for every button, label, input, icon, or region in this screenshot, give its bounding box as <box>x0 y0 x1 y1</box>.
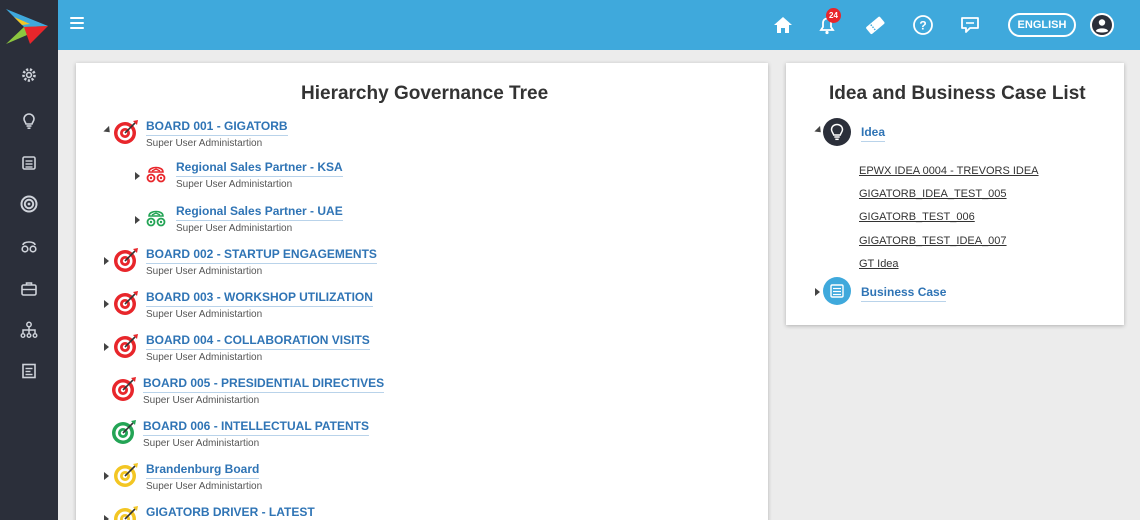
app-logo[interactable] <box>0 0 58 50</box>
target-red-icon <box>112 246 140 279</box>
target-yellow-icon <box>112 504 140 520</box>
notification-badge: 24 <box>826 8 841 23</box>
idea-group-label[interactable]: Idea <box>861 125 886 142</box>
idea-item-link[interactable]: GIGATORB_TEST_IDEA_007 <box>859 235 1007 247</box>
tree-node-title[interactable]: BOARD 005 - PRESIDENTIAL DIRECTIVES <box>143 376 385 393</box>
tree-node-subtitle: Super User Administartion <box>146 138 263 149</box>
target-green-icon <box>110 418 138 451</box>
chat-icon[interactable] <box>957 12 983 38</box>
tree-node-title[interactable]: Regional Sales Partner - UAE <box>176 204 343 221</box>
tree-node-gigatorb-driver: GIGATORB DRIVER - LATEST <box>104 503 504 520</box>
sidebar-settings-icon[interactable] <box>19 65 39 85</box>
tree-node-subtitle: Super User Administartion <box>176 223 293 234</box>
target-red-icon <box>112 118 140 151</box>
idea-list-title: Idea and Business Case List <box>829 83 1086 104</box>
sidebar-partners-icon[interactable] <box>19 236 39 256</box>
tree-node-subtitle: Super User Administartion <box>143 395 260 406</box>
idea-item-link[interactable]: GIGATORB_IDEA_TEST_005 <box>859 188 1007 200</box>
sidebar-idea-icon[interactable] <box>19 111 39 131</box>
tree-node-toggle[interactable] <box>104 515 109 520</box>
tree-node-title[interactable]: GIGATORB DRIVER - LATEST <box>146 505 315 520</box>
ticket-icon[interactable] <box>862 12 888 38</box>
target-red-icon <box>110 375 138 408</box>
lightbulb-icon <box>822 117 852 152</box>
sidebar-hierarchy-icon[interactable] <box>19 320 39 340</box>
partners-red-icon <box>143 161 169 192</box>
sidebar-report-icon[interactable] <box>19 361 39 381</box>
target-yellow-icon <box>112 461 140 494</box>
tree-node-title[interactable]: BOARD 002 - STARTUP ENGAGEMENTS <box>146 247 377 264</box>
tree-node-title[interactable]: BOARD 006 - INTELLECTUAL PATENTS <box>143 419 370 436</box>
help-icon[interactable]: ? <box>910 12 936 38</box>
target-red-icon <box>112 289 140 322</box>
tree-node-title[interactable]: Brandenburg Board <box>146 462 260 479</box>
tree-node-toggle[interactable] <box>104 343 109 351</box>
tree-node-subtitle: Super User Administartion <box>176 179 293 190</box>
tree-node-subtitle: Super User Administartion <box>146 352 263 363</box>
menu-toggle-button[interactable] <box>70 17 84 31</box>
tree-node-toggle[interactable] <box>135 216 140 224</box>
partners-green-icon <box>143 205 169 236</box>
home-icon[interactable] <box>770 12 796 38</box>
sidebar-target-icon[interactable] <box>19 194 39 214</box>
business-case-icon <box>822 276 852 311</box>
tree-node-title[interactable]: BOARD 003 - WORKSHOP UTILIZATION <box>146 290 373 307</box>
tree-node-subtitle: Super User Administartion <box>146 309 263 320</box>
target-red-icon <box>112 332 140 365</box>
tree-node-title[interactable]: BOARD 001 - GIGATORB <box>146 119 288 136</box>
tree-node-subtitle: Super User Administartion <box>146 481 263 492</box>
tree-node-toggle[interactable] <box>104 472 109 480</box>
tree-node-toggle[interactable] <box>135 172 140 180</box>
sidebar-briefcase-icon[interactable] <box>19 279 39 299</box>
user-avatar-icon[interactable] <box>1090 13 1114 37</box>
hierarchy-tree-title: Hierarchy Governance Tree <box>301 83 549 104</box>
business-case-label[interactable]: Business Case <box>861 285 947 302</box>
svg-text:?: ? <box>919 19 926 33</box>
idea-item-link[interactable]: GIGATORB_TEST_006 <box>859 211 975 223</box>
language-button[interactable]: ENGLISH <box>1008 13 1076 37</box>
idea-item-link[interactable]: GT Idea <box>859 258 899 270</box>
tree-node-subtitle: Super User Administartion <box>143 438 260 449</box>
tree-node-title[interactable]: Regional Sales Partner - KSA <box>176 160 343 177</box>
idea-item-link[interactable]: EPWX IDEA 0004 - TREVORS IDEA <box>859 165 1039 177</box>
tree-node-toggle[interactable] <box>104 257 109 265</box>
sidebar-list-icon[interactable] <box>19 153 39 173</box>
business-case-toggle[interactable] <box>815 288 820 296</box>
tree-node-title[interactable]: BOARD 004 - COLLABORATION VISITS <box>146 333 370 350</box>
tree-node-toggle[interactable] <box>104 300 109 308</box>
tree-node-subtitle: Super User Administartion <box>146 266 263 277</box>
